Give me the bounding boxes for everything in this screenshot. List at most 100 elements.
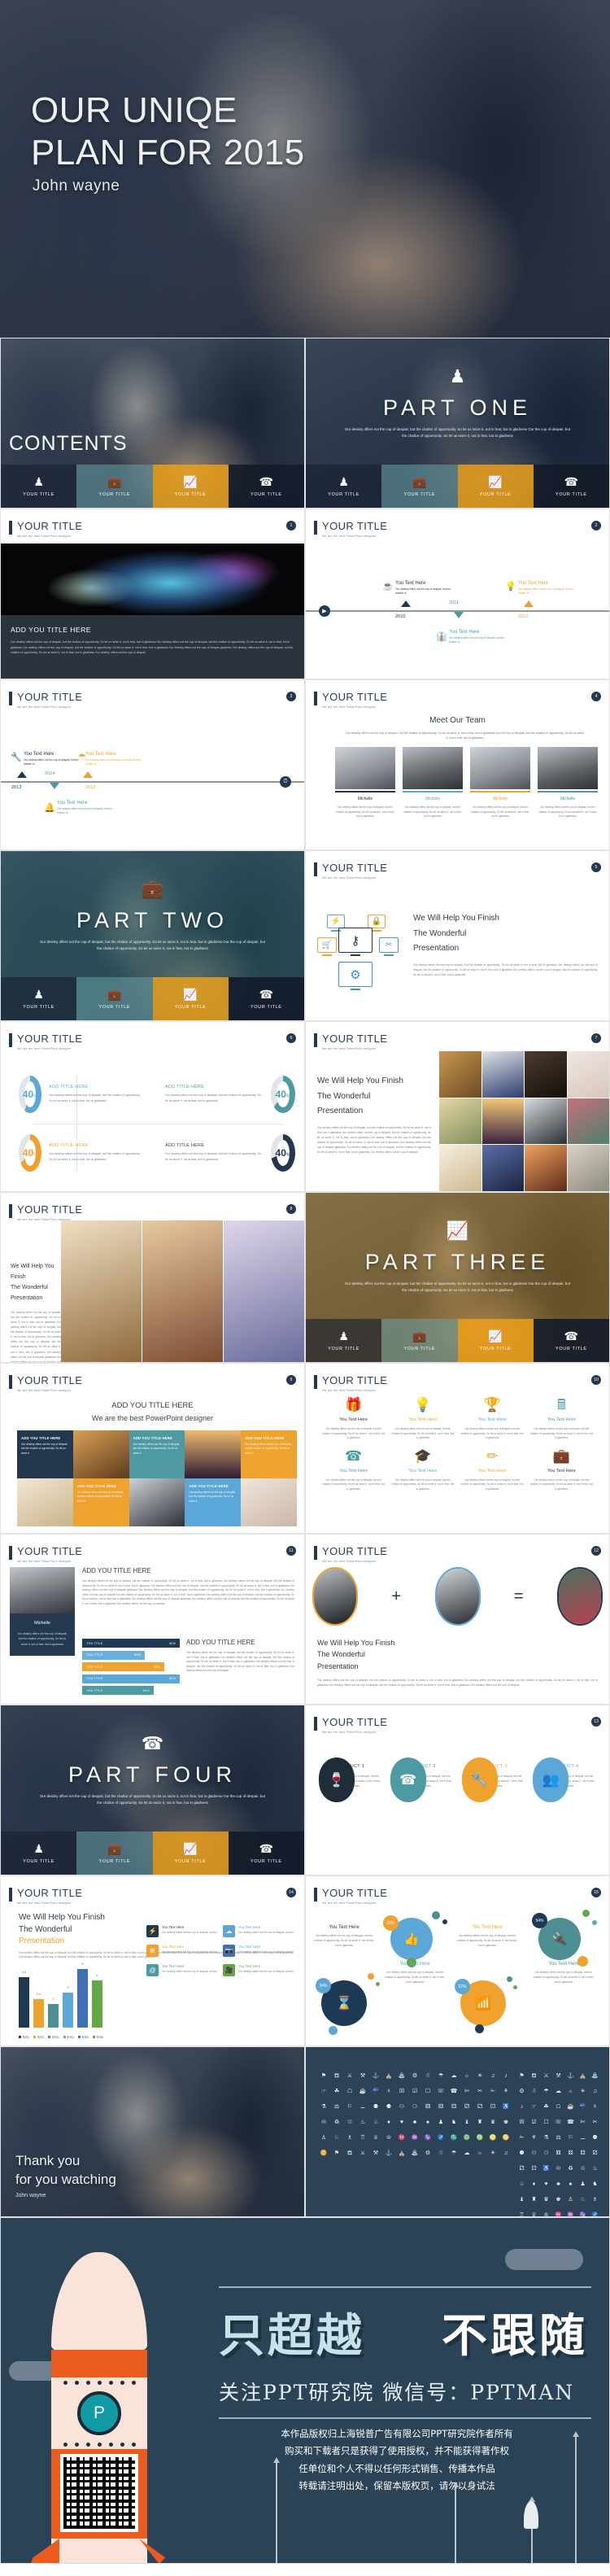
- product-item[interactable]: 👥 PRODUCT 4 Our destiny offers not the c…: [533, 1757, 596, 1802]
- item-body: Our destiny offers not the cup of despai…: [529, 1478, 593, 1491]
- nav-tile-2[interactable]: 💼 YOUR TITLE: [381, 1319, 458, 1362]
- nav-tile-3[interactable]: 📈 YOUR TITLE: [152, 1832, 229, 1875]
- profile-card[interactable]: Michelle Our destiny offers not the cup …: [10, 1567, 75, 1656]
- nav-tile-4[interactable]: ☎ YOUR TITLE: [228, 1832, 304, 1875]
- nav-tile-3[interactable]: 📈 YOUR TITLE: [152, 977, 229, 1020]
- team-slide[interactable]: YOUR TITLE We are the best PowerPoint de…: [305, 679, 610, 850]
- icon-grid-item[interactable]: 🏆 You Text Here Our destiny offers not t…: [461, 1398, 524, 1441]
- team-member[interactable]: Michelle Our destiny offers not the cup …: [470, 747, 530, 819]
- icon-grid-item[interactable]: ☎ You Text Here Our destiny offers not t…: [322, 1449, 385, 1492]
- section-slide-part-one[interactable]: ♟ PART ONE Our destiny offers not the cu…: [305, 338, 610, 509]
- three-photos-slide[interactable]: YOUR TITLE We are the best PowerPoint de…: [0, 1192, 305, 1363]
- chip-item[interactable]: @ You Text Here Our destiny offers not t…: [146, 1964, 218, 1976]
- member-name: Michelle: [357, 797, 373, 801]
- chip-item[interactable]: 📷 You Text Here Our destiny offers not t…: [223, 1945, 294, 1957]
- mosaic-text-tile[interactable]: ADD YOU TITLE HERE Our destiny offers no…: [129, 1430, 185, 1478]
- body-text: Our destiny offers not the cup of despai…: [317, 1679, 598, 1687]
- nav-tile-3[interactable]: 📈 YOUR TITLE: [152, 465, 229, 508]
- thank-you-slide[interactable]: Thank you for you watching John wayne: [0, 2046, 305, 2217]
- donut-item-4[interactable]: ADD TITLE HERE Our destiny offers not th…: [165, 1134, 295, 1172]
- icon-grid-slide[interactable]: YOUR TITLE We are the best PowerPoint de…: [305, 1363, 610, 1534]
- icon-grid-item[interactable]: 🎁 You Text Here Our destiny offers not t…: [322, 1398, 385, 1441]
- icon-sheet-group-right: ⚑ ⛾ ⚔ ⚒ ⚓ ⛪ ⛲ ⚙ ☃ ☂ ☁ ☼ ☀ ♫ ♪ ☞ ☘ ☖ ☕ ☔ ☓ ☒ ☑ ☐ ☏ ☎ ✄ ✂ ✁ ⚘ ⚗ ⚖ ⚐ ⚊ ⚉ ⚈ ⚇ ⚆ ⚅ ⚄…: [519, 2073, 599, 2217]
- bar-chart-slide[interactable]: YOUR TITLE We are the best PowerPoint de…: [0, 1875, 305, 2046]
- monitor-cart-icon: 🛒: [317, 937, 337, 953]
- nav-tile-2[interactable]: 💼 YOUR TITLE: [381, 465, 458, 508]
- section-slide-part-three[interactable]: 📈 PART THREE Our destiny offers not the …: [305, 1192, 610, 1363]
- contents-slide[interactable]: CONTENTS ♟ YOUR TITLE 💼 YOUR TITLE 📈 YOU…: [0, 338, 305, 509]
- mosaic-slide[interactable]: YOUR TITLE We are the best PowerPoint de…: [0, 1363, 305, 1534]
- nav-tile-label: YOUR TITLE: [556, 491, 587, 497]
- nav-tile-1[interactable]: ♟ YOUR TITLE: [306, 1319, 382, 1362]
- bar-chart: 4.3 2.4 2 3 5 4: [19, 1963, 102, 2028]
- monitors-text-block: We Will Help You Finish The Wonderful Pr…: [413, 911, 598, 977]
- section-slide-part-two[interactable]: 💼 PART TWO Our destiny offers not the cu…: [0, 850, 305, 1021]
- team-member[interactable]: Michelle Our destiny offers not the cup …: [538, 747, 598, 819]
- timeline-slide-b[interactable]: YOUR TITLE We are the best PowerPoint de…: [0, 679, 305, 850]
- mosaic-text-tile[interactable]: ADD YOU TITLE HERE Our destiny offers no…: [185, 1478, 242, 1526]
- icon-grid-item[interactable]: 🎓 You Text Here Our destiny offers not t…: [391, 1449, 454, 1492]
- profile-slide[interactable]: YOUR TITLE We are the best PowerPoint de…: [0, 1534, 305, 1705]
- section-slide-part-four[interactable]: ☎ PART FOUR Our destiny offers not the c…: [0, 1705, 305, 1875]
- icon-grid-item[interactable]: 💡 You Text Here Our destiny offers not t…: [391, 1398, 454, 1441]
- page-title: YOUR TITLE: [322, 1716, 388, 1728]
- photo-wall-slide[interactable]: YOUR TITLE We are the best PowerPoint de…: [305, 1021, 610, 1192]
- equation-slide[interactable]: YOUR TITLE We are the best PowerPoint de…: [305, 1534, 610, 1705]
- team-member[interactable]: Michelle Our destiny offers not the cup …: [403, 747, 463, 819]
- bubbles-slide[interactable]: YOUR TITLE We are the best PowerPoint de…: [305, 1875, 610, 2046]
- briefcase-icon: 💼: [107, 474, 122, 488]
- donut-item-1[interactable]: 40% ADD TITLE HERE Our destiny offers no…: [19, 1076, 141, 1113]
- donut-item-2[interactable]: ADD TITLE HERE Our destiny offers not th…: [165, 1076, 295, 1113]
- product-item[interactable]: ☎ PRODUCT 2 Our destiny offers not the c…: [390, 1757, 454, 1802]
- product-item[interactable]: 🔧 PRODUCT 3 Our destiny offers not the c…: [461, 1757, 525, 1802]
- nav-tile-4[interactable]: ☎ YOUR TITLE: [533, 1319, 609, 1362]
- nav-tile-1[interactable]: ♟ YOUR TITLE: [1, 977, 77, 1020]
- nav-tile-2[interactable]: 💼 YOUR TITLE: [76, 977, 153, 1020]
- tile-title: ADD YOU TITLE HERE: [76, 1484, 117, 1488]
- qr-code[interactable]: [60, 2454, 138, 2532]
- mosaic-photo-tile: [129, 1478, 185, 1526]
- monitors-slide[interactable]: YOUR TITLE We are the best PowerPoint de…: [305, 850, 610, 1021]
- products-slide[interactable]: YOUR TITLE We are the best PowerPoint de…: [305, 1705, 610, 1875]
- nav-tile-2[interactable]: 💼 YOUR TITLE: [76, 1832, 153, 1875]
- icon-grid-item[interactable]: 🖩 You Text Here Our destiny offers not t…: [530, 1398, 593, 1441]
- laptop-slide[interactable]: YOUR TITLE We are the best PowerPoint de…: [0, 509, 305, 679]
- nav-tile-4[interactable]: ☎ YOUR TITLE: [228, 977, 304, 1020]
- timeline-slide-a[interactable]: YOUR TITLE We are the best PowerPoint de…: [305, 509, 610, 679]
- mosaic-photo-tile: [185, 1430, 242, 1478]
- icon-grid-item[interactable]: ✏ You Text Here Our destiny offers not t…: [461, 1449, 524, 1492]
- donut-item-3[interactable]: 40% ADD TITLE HERE Our destiny offers no…: [19, 1134, 141, 1172]
- nav-tile-1[interactable]: ♟ YOUR TITLE: [1, 1832, 77, 1875]
- nav-tile-3[interactable]: 📈 YOUR TITLE: [457, 1319, 534, 1362]
- tile-title: ADD YOU TITLE HERE: [189, 1484, 229, 1488]
- donuts-slide[interactable]: YOUR TITLE We are the best PowerPoint de…: [0, 1021, 305, 1192]
- chip-item[interactable]: ☁ You Text Here Our destiny offers not t…: [223, 1925, 294, 1937]
- cover-slide[interactable]: OUR UNIQE PLAN FOR 2015 John wayne: [0, 0, 610, 338]
- nav-tile-4[interactable]: ☎ YOUR TITLE: [533, 465, 609, 508]
- donut-chart: 40%: [19, 1076, 42, 1113]
- nav-tile-1[interactable]: ♟ YOUR TITLE: [1, 465, 77, 508]
- chip-item[interactable]: 🎥 You Text Here Our destiny offers not t…: [223, 1964, 294, 1976]
- chip-body: Our destiny offers not the cup of despai…: [238, 1931, 294, 1934]
- team-member[interactable]: Michelle Our destiny offers not the cup …: [335, 747, 395, 819]
- mosaic-text-tile[interactable]: ADD YOU TITLE HERE Our destiny offers no…: [241, 1430, 297, 1478]
- mosaic-text-tile[interactable]: ADD YOU TITLE HERE Our destiny offers no…: [72, 1478, 129, 1526]
- icon-grid-item[interactable]: 💼 You Text Here Our destiny offers not t…: [530, 1449, 593, 1492]
- nav-tile-3[interactable]: 📈 YOUR TITLE: [457, 465, 534, 508]
- legal-line-2: 购买和下载者只是获得了使用授权，并不能获得著作权: [285, 2445, 509, 2457]
- chip-item[interactable]: ⊞ You Text Here Our destiny offers not t…: [146, 1945, 218, 1957]
- product-item[interactable]: 🍷 PRODUCT 1 Our destiny offers not the c…: [319, 1757, 382, 1802]
- mosaic-text-tile[interactable]: ADD YOU TITLE HERE Our destiny offers no…: [17, 1430, 73, 1478]
- icon-sheet-slide[interactable]: ⚑ ⛾ ⚔ ⚒ ⚓ ⛪ ⛲ ⚙ ☃ ☂ ☁ ☼ ☀ ♫ ♪ ☞ ☘ ☖ ☕ ☔ ☓ ☒ ☑ ☐ ☏ ☎ ✄ ✂ ✁ ⚘ ⚗ ⚖ ⚐ ⚊ ⚉ ⚈ ⚇ ⚆ ⚅ ⚄…: [305, 2046, 610, 2217]
- nav-tile-1[interactable]: ♟ YOUR TITLE: [306, 465, 382, 508]
- chip-item[interactable]: ⚡ You Text Here Our destiny offers not t…: [146, 1925, 218, 1937]
- nav-strip: ♟ YOUR TITLE 💼 YOUR TITLE 📈 YOUR TITLE ☎…: [306, 465, 609, 508]
- nav-strip: ♟ YOUR TITLE 💼 YOUR TITLE 📈 YOUR TITLE ☎…: [1, 1832, 304, 1875]
- bar-label: YOU TITLE: [86, 1665, 103, 1669]
- page-subtitle: We are the best PowerPoint designer: [17, 1560, 72, 1563]
- nav-tile-4[interactable]: ☎ YOUR TITLE: [228, 465, 304, 508]
- timeline-item-3: You Text Here Our destiny offers not the…: [85, 752, 141, 766]
- heading-line-2: The Wonderful: [317, 1091, 371, 1101]
- nav-tile-2[interactable]: 💼 YOUR TITLE: [76, 465, 153, 508]
- nav-strip: ♟ YOUR TITLE 💼 YOUR TITLE 📈 YOUR TITLE ☎…: [1, 465, 304, 508]
